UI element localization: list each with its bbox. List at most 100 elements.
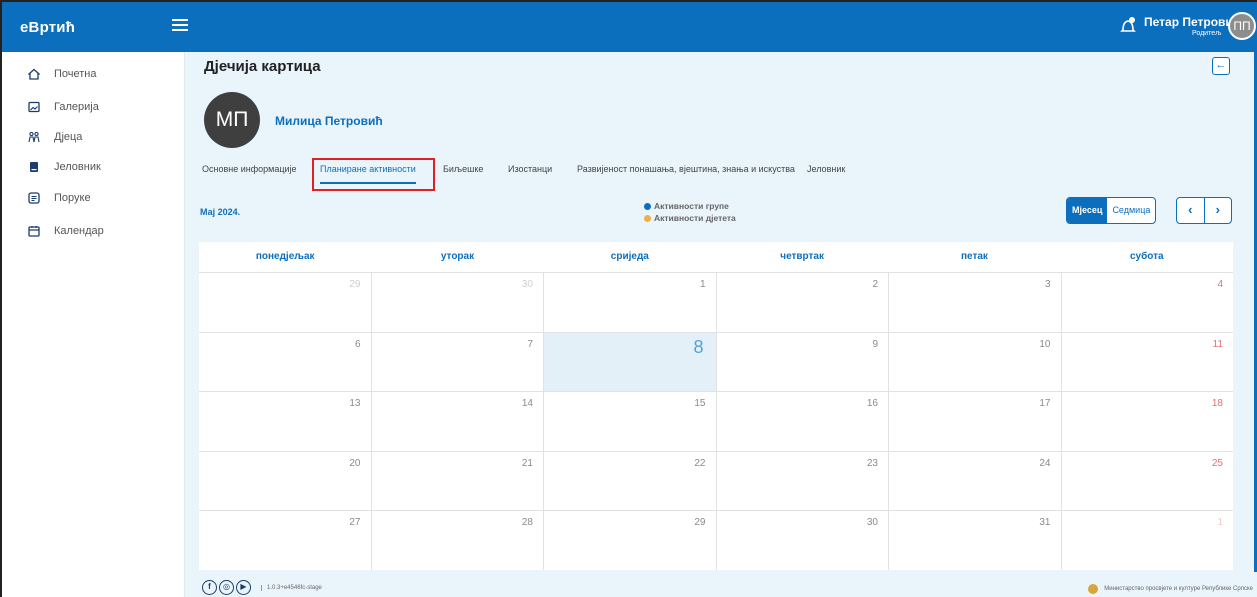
- calendar-legend: Активности групе Активности дјетета: [644, 200, 736, 224]
- calendar-day-cell[interactable]: 14: [372, 392, 544, 451]
- calendar-day-cell[interactable]: 25: [1062, 452, 1234, 511]
- calendar-day-cell[interactable]: 4: [1062, 273, 1234, 332]
- sidebar-item-menu[interactable]: Јеловник: [28, 158, 101, 176]
- day-number: 30: [866, 517, 878, 529]
- tab-absences[interactable]: Изостанци: [508, 158, 552, 186]
- weekday-header: петак: [961, 251, 988, 262]
- day-number: 29: [694, 517, 706, 529]
- sidebar-item-children[interactable]: Дјеца: [28, 128, 82, 146]
- sidebar-item-calendar[interactable]: Календар: [28, 222, 104, 240]
- calendar-day-cell[interactable]: 15: [544, 392, 717, 451]
- calendar-day-cell[interactable]: 24: [889, 451, 1062, 511]
- tab-notes[interactable]: Биљешке: [443, 158, 483, 186]
- youtube-icon[interactable]: ▶: [236, 580, 251, 595]
- legend-item-group: Активности групе: [644, 200, 736, 212]
- week-view-button[interactable]: Седмица: [1107, 198, 1155, 223]
- calendar-day-cell[interactable]: 30: [717, 511, 889, 570]
- calendar-header: понедјељак уторак сриједа четвртак петак…: [199, 242, 1233, 272]
- day-number: 22: [694, 457, 706, 469]
- sidebar-item-label: Поруке: [54, 192, 91, 204]
- calendar-day-cell[interactable]: 7: [372, 332, 544, 392]
- calendar-week-row: 29 30 1 2 3 4: [199, 272, 1233, 332]
- calendar-day-cell[interactable]: 13: [199, 392, 372, 451]
- day-number: 2: [872, 279, 878, 290]
- day-number: 16: [866, 398, 878, 410]
- day-number: 13: [349, 398, 361, 410]
- day-number: 30: [521, 279, 533, 290]
- calendar-day-cell[interactable]: 20: [199, 451, 372, 511]
- calendar-day-cell[interactable]: 16: [717, 392, 889, 451]
- calendar-day-cell[interactable]: 28: [372, 511, 544, 570]
- month-view-button[interactable]: Мјесец: [1067, 198, 1108, 223]
- calendar-icon: [28, 226, 40, 237]
- calendar-day-cell[interactable]: 3: [889, 273, 1062, 332]
- calendar-day-cell[interactable]: 27: [199, 511, 372, 570]
- calendar-day-cell[interactable]: 6: [199, 332, 372, 392]
- sidebar-item-label: Галерија: [54, 101, 99, 113]
- day-number: 18: [1211, 398, 1223, 410]
- day-number: 8: [693, 336, 704, 357]
- day-number: 23: [866, 457, 878, 469]
- crest-icon: [1088, 584, 1099, 594]
- day-number: 24: [1039, 457, 1051, 469]
- day-number: 1: [699, 279, 706, 290]
- version-label: 1.0.3+e4546fc-stage: [261, 585, 322, 591]
- calendar-day-cell[interactable]: 9: [717, 332, 889, 392]
- calendar-day-cell[interactable]: 30: [372, 273, 544, 332]
- back-button[interactable]: ←: [1212, 57, 1230, 75]
- calendar-week-row: 13 14 15 16 17 18: [199, 391, 1233, 451]
- sidebar-item-home[interactable]: Почетна: [28, 65, 97, 83]
- tab-highlight-box: [312, 158, 435, 191]
- tab-development[interactable]: Развијеност понашања, вјештина, знања и …: [577, 158, 795, 186]
- day-number: 10: [1039, 338, 1051, 350]
- hamburger-icon[interactable]: [172, 16, 188, 34]
- sidebar-item-messages[interactable]: Поруке: [28, 189, 91, 207]
- calendar-day-cell[interactable]: 21: [372, 451, 544, 511]
- sidebar-item-label: Календар: [54, 225, 104, 237]
- view-toggle: Мјесец Седмица: [1066, 197, 1157, 224]
- calendar-day-cell[interactable]: 23: [717, 451, 889, 511]
- child-name: Милица Петровић: [275, 114, 383, 128]
- day-number: 25: [1211, 457, 1223, 469]
- calendar-day-cell[interactable]: 11: [1062, 333, 1234, 392]
- calendar-day-cell[interactable]: 1: [1062, 511, 1234, 570]
- calendar-day-cell[interactable]: 31: [889, 511, 1062, 570]
- day-number: 17: [1039, 398, 1051, 410]
- user-name[interactable]: Петар Петровић: [1144, 15, 1240, 29]
- prev-month-button[interactable]: ‹: [1177, 198, 1205, 223]
- calendar-day-cell[interactable]: 29: [544, 511, 717, 570]
- legend-item-child: Активности дјетета: [644, 212, 736, 224]
- day-number: 9: [872, 338, 878, 350]
- ministry-label: Министарство просвјете и културе Републи…: [1104, 586, 1253, 592]
- day-number: 4: [1217, 279, 1223, 290]
- bell-icon[interactable]: [1119, 16, 1137, 36]
- sidebar-item-gallery[interactable]: Галерија: [28, 98, 99, 116]
- next-month-button[interactable]: ›: [1205, 198, 1232, 223]
- calendar-day-cell[interactable]: 29: [199, 273, 372, 332]
- calendar-day-cell[interactable]: 17: [889, 392, 1062, 451]
- sidebar-item-label: Јеловник: [54, 161, 101, 173]
- calendar-day-cell[interactable]: 1: [544, 273, 717, 332]
- day-number: 27: [349, 517, 361, 529]
- calendar-day-cell[interactable]: 2: [717, 273, 889, 332]
- calendar-day-cell[interactable]: 22: [544, 451, 717, 511]
- instagram-icon[interactable]: ◎: [219, 580, 234, 595]
- calendar-day-cell[interactable]: 18: [1062, 392, 1234, 451]
- calendar-week-row: 6 7 8 9 10 11: [199, 331, 1234, 392]
- day-number: 29: [349, 279, 361, 290]
- weekday-header: сриједа: [610, 251, 649, 262]
- child-avatar: МП: [204, 92, 260, 148]
- menu-book-icon: [30, 162, 38, 172]
- app-logo[interactable]: eВртић: [20, 19, 75, 36]
- user-avatar[interactable]: ПП: [1228, 12, 1256, 40]
- facebook-icon[interactable]: f: [202, 580, 217, 595]
- tab-basic-info[interactable]: Основне информације: [202, 158, 297, 186]
- calendar-day-today[interactable]: 8: [544, 332, 717, 392]
- social-links: f ◎ ▶: [202, 580, 251, 595]
- day-number: 15: [694, 398, 706, 410]
- image-icon: [28, 101, 40, 113]
- footer: f ◎ ▶ 1.0.3+e4546fc-stage Министарство п…: [186, 580, 1257, 597]
- tab-food-menu[interactable]: Јеловник: [807, 158, 845, 186]
- day-number: 7: [527, 338, 533, 350]
- calendar-day-cell[interactable]: 10: [889, 332, 1062, 392]
